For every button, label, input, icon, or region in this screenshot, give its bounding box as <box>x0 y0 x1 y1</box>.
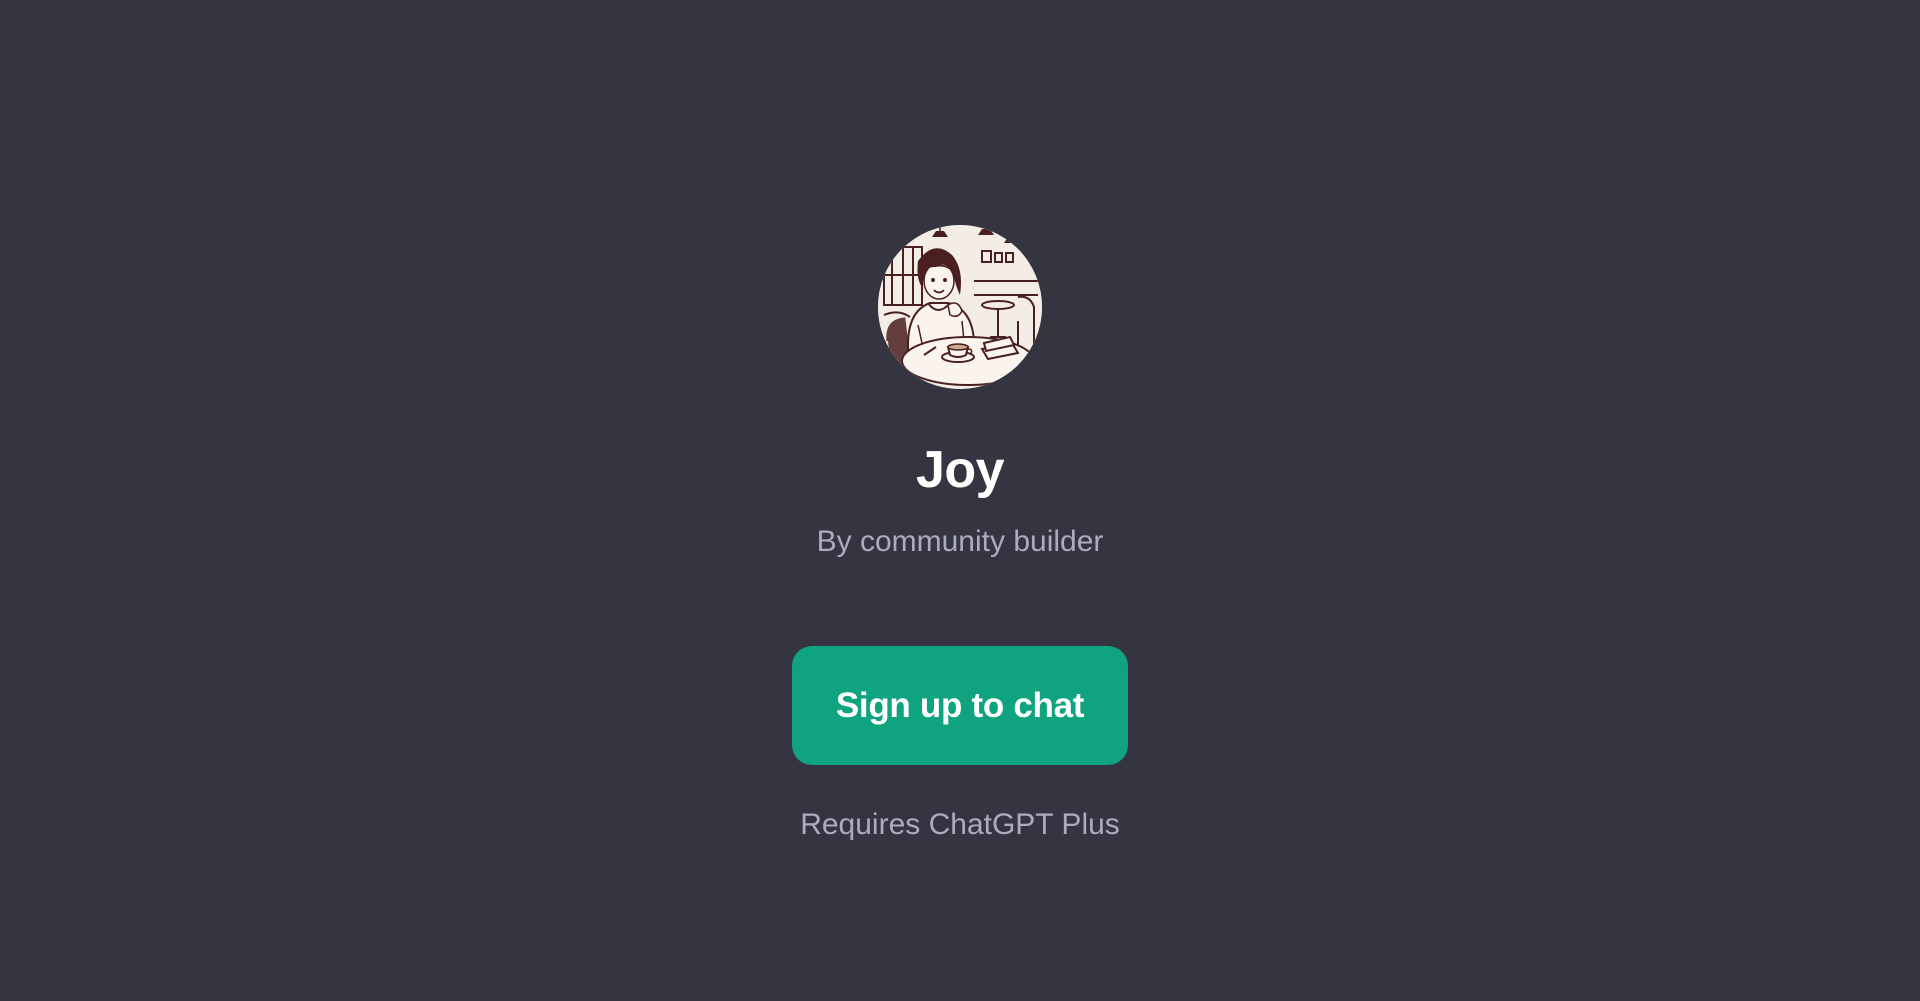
gpt-landing-page: Joy By community builder Sign up to chat… <box>0 0 1920 1001</box>
avatar-illustration-icon <box>878 225 1042 389</box>
gpt-name-title: Joy <box>915 441 1005 499</box>
sign-up-to-chat-button[interactable]: Sign up to chat <box>792 646 1128 765</box>
plan-requirement-note: Requires ChatGPT Plus <box>800 808 1120 841</box>
gpt-byline: By community builder <box>816 525 1104 558</box>
gpt-avatar <box>878 225 1042 389</box>
